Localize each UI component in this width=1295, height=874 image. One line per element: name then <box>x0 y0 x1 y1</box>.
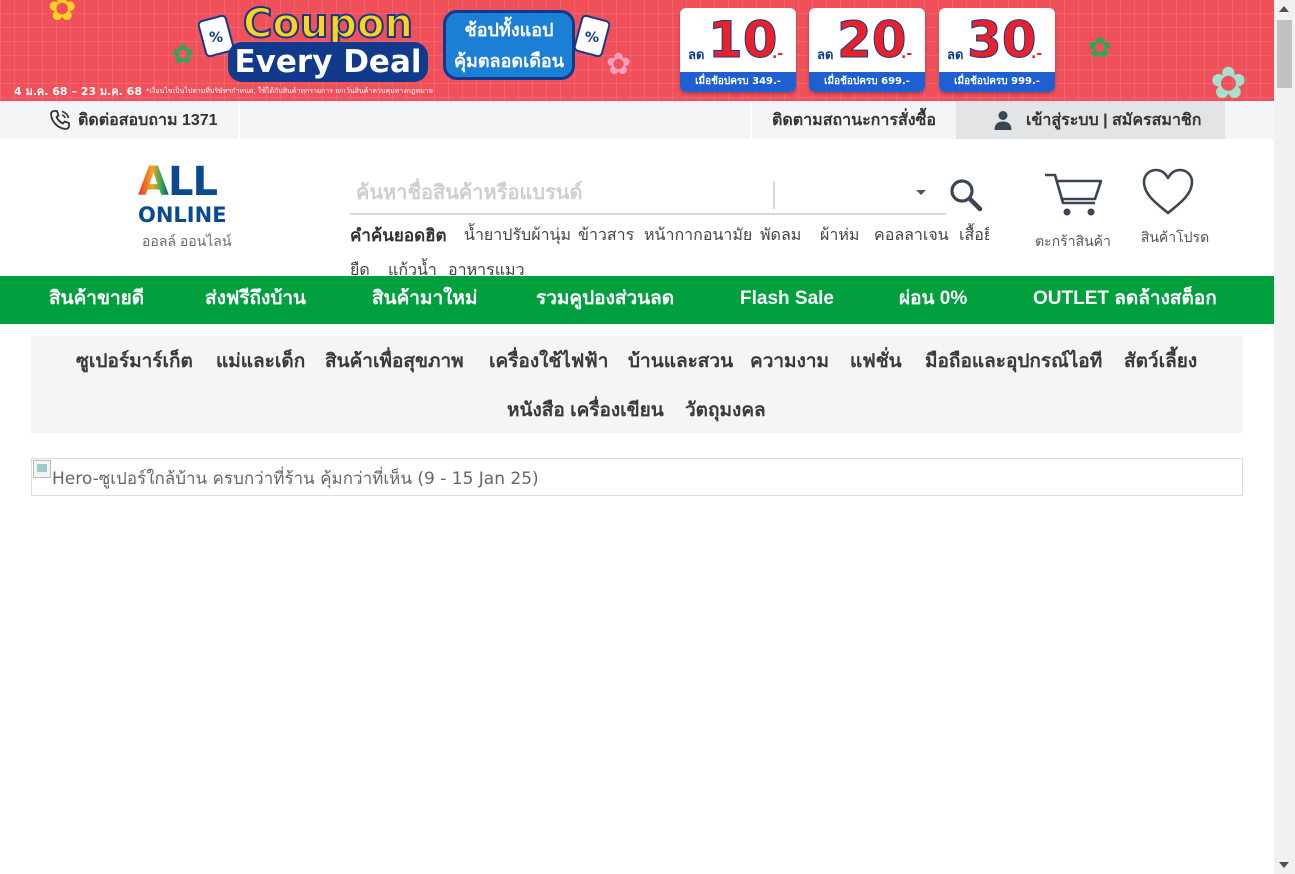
app-badge: ช้อปทั้งแอป คุ้มตลอดเดือน <box>443 10 575 80</box>
flower-decoration-icon: ✿ <box>1088 31 1112 64</box>
cart-label: ตะกร้าสินค้า <box>1035 233 1111 249</box>
scroll-up-arrow-icon[interactable] <box>1279 6 1289 12</box>
category-home-garden[interactable]: บ้านและสวน <box>628 346 733 376</box>
caret-down-icon <box>916 190 926 195</box>
cart-icon <box>1045 173 1103 216</box>
nav-item-best-sellers[interactable]: สินค้าขายดี <box>49 276 144 324</box>
nav-item-outlet[interactable]: OUTLET ลดล้างสต็อก <box>1033 276 1217 324</box>
deal-suffix: .- <box>772 46 784 62</box>
scroll-down-arrow-icon[interactable] <box>1279 862 1289 868</box>
hot-search-item[interactable]: เสื้อยืด <box>959 223 989 248</box>
user-icon <box>994 111 1012 130</box>
nav-item-coupons[interactable]: รวมคูปองส่วนลด <box>536 276 674 324</box>
hot-search-item[interactable]: หน้ากากอนามัย <box>644 223 752 248</box>
hot-search-item[interactable]: พัดลม <box>760 223 801 248</box>
search-bar <box>350 173 946 215</box>
category-fashion[interactable]: แฟชั่น <box>850 346 902 376</box>
category-bar: ซูเปอร์มาร์เก็ต แม่และเด็ก สินค้าเพื่อสุ… <box>31 336 1243 433</box>
main-nav: สินค้าขายดี ส่งฟรีถึงบ้าน สินค้ามาใหม่ ร… <box>0 276 1274 324</box>
category-pets[interactable]: สัตว์เลี้ยง <box>1124 346 1197 376</box>
deal-card: ลด 10 .- เมื่อช้อปครบ 349.- <box>680 8 796 92</box>
favorites-label: สินค้าโปรด <box>1140 229 1210 245</box>
contact-text: ติดต่อสอบถาม 1371 <box>78 111 218 129</box>
deal-amount: 30 <box>967 11 1038 70</box>
app-badge-line2: คุ้มตลอดเดือน <box>453 51 565 72</box>
category-mobile-it[interactable]: มือถือและอุปกรณ์ไอที <box>925 346 1102 376</box>
category-electronics[interactable]: เครื่องใช้ไฟฟ้า <box>489 346 608 376</box>
deal-condition: เมื่อช้อปครบ 349.- <box>680 72 796 92</box>
contact-link[interactable]: ติดต่อสอบถาม 1371 <box>0 101 240 139</box>
nav-item-free-delivery[interactable]: ส่งฟรีถึงบ้าน <box>205 276 306 324</box>
flower-decoration-icon: ✿ <box>172 40 194 70</box>
search-input[interactable] <box>350 173 770 213</box>
logo-all-word: ALL <box>138 159 218 205</box>
promo-banner[interactable]: ✿ ✿ ✿ ✿ ✿ % Coupon Every Deal ช้อปทั้งแอ… <box>0 0 1274 101</box>
svg-text:%: % <box>209 30 223 46</box>
hero-alt-text: Hero-ซูเปอร์ใกล้บ้าน ครบกว่าที่ร้าน คุ้ม… <box>52 469 539 489</box>
coupon-every-deal-logo: Coupon Every Deal <box>228 1 428 82</box>
login-register-link[interactable]: เข้าสู่ระบบ | สมัครสมาชิก <box>956 101 1225 139</box>
nav-item-installment[interactable]: ผ่อน 0% <box>899 276 967 324</box>
favorites-button[interactable]: สินค้าโปรด <box>1140 167 1210 247</box>
nav-item-flash-sale[interactable]: Flash Sale <box>740 276 834 324</box>
svg-text:%: % <box>585 30 599 46</box>
scroll-thumb[interactable] <box>1277 20 1292 88</box>
deal-card: ลด 20 .- เมื่อช้อปครบ 699.- <box>809 8 925 92</box>
hot-search-item[interactable]: น้ำยาปรับผ้านุ่ม <box>464 223 571 248</box>
cart-button[interactable]: ตะกร้าสินค้า <box>1035 169 1111 249</box>
hot-search-label: คำค้นยอดฮิต <box>350 226 447 245</box>
logo-thai-name: ออลล์ ออนไลน์ <box>142 233 232 249</box>
every-deal-word: Every Deal <box>228 42 428 82</box>
category-health[interactable]: สินค้าเพื่อสุขภาพ <box>325 346 464 376</box>
hot-search-item[interactable]: ข้าวสาร <box>578 223 634 248</box>
deal-card: ลด 30 .- เมื่อช้อปครบ 999.- <box>939 8 1055 92</box>
search-icon <box>950 179 983 212</box>
site-header: ALL ONLINE ออลล์ ออนไลน์ คำค้นยอดฮิต น้ำ… <box>0 139 1274 279</box>
nav-item-new-arrivals[interactable]: สินค้ามาใหม่ <box>372 276 477 324</box>
hot-search-item[interactable]: คอลลาเจน <box>874 223 949 248</box>
category-amulets[interactable]: วัตถุมงคล <box>685 395 766 425</box>
category-mom-baby[interactable]: แม่และเด็ก <box>216 346 305 376</box>
promo-fine-print: *เงื่อนไขเป็นไปตามที่บริษัทฯกำหนด, ใช้ได… <box>146 87 433 95</box>
phone-icon <box>50 110 70 130</box>
login-register-text: เข้าสู่ระบบ | สมัครสมาชิก <box>1026 111 1202 129</box>
deal-condition: เมื่อช้อปครบ 699.- <box>809 72 925 92</box>
flower-decoration-icon: ✿ <box>1210 58 1247 102</box>
coupon-word: Coupon <box>242 1 414 47</box>
promo-date-range: 4 ม.ค. 68 – 23 ม.ค. 68 <box>14 85 142 98</box>
deal-amount: 20 <box>837 11 908 70</box>
category-supermarket[interactable]: ซูเปอร์มาร์เก็ต <box>76 346 193 376</box>
deal-suffix: .- <box>901 46 913 62</box>
allonline-logo[interactable]: ALL ONLINE ออลล์ ออนไลน์ <box>138 161 248 253</box>
deal-prefix: ลด <box>947 48 964 63</box>
category-books-stationery[interactable]: หนังสือ เครื่องเขียน <box>507 395 664 425</box>
category-beauty[interactable]: ความงาม <box>750 346 829 376</box>
search-divider <box>773 181 775 209</box>
deal-condition: เมื่อช้อปครบ 999.- <box>939 72 1055 92</box>
hot-search-item[interactable]: ผ้าห่ม <box>820 223 859 248</box>
broken-image-icon <box>33 460 51 478</box>
hero-banner[interactable]: Hero-ซูเปอร์ใกล้บ้าน ครบกว่าที่ร้าน คุ้ม… <box>31 458 1243 496</box>
search-category-select[interactable] <box>778 173 946 213</box>
deal-prefix: ลด <box>817 48 834 63</box>
deal-prefix: ลด <box>688 48 705 63</box>
flower-decoration-icon: ✿ <box>48 0 77 29</box>
page-scrollbar[interactable] <box>1274 0 1295 874</box>
track-order-link[interactable]: ติดตามสถานะการสั่งซื้อ <box>750 101 956 139</box>
deal-amount: 10 <box>708 11 779 70</box>
deal-suffix: .- <box>1031 46 1043 62</box>
search-button[interactable] <box>946 175 986 215</box>
coupon-ticket-icon: % <box>574 14 610 58</box>
utility-bar: ติดต่อสอบถาม 1371 ติดตามสถานะการสั่งซื้อ… <box>0 101 1274 139</box>
app-badge-line1: ช้อปทั้งแอป <box>464 20 554 41</box>
page: ✿ ✿ ✿ ✿ ✿ % Coupon Every Deal ช้อปทั้งแอ… <box>0 0 1274 874</box>
logo-online-word: ONLINE <box>138 203 227 227</box>
heart-icon <box>1142 168 1194 215</box>
